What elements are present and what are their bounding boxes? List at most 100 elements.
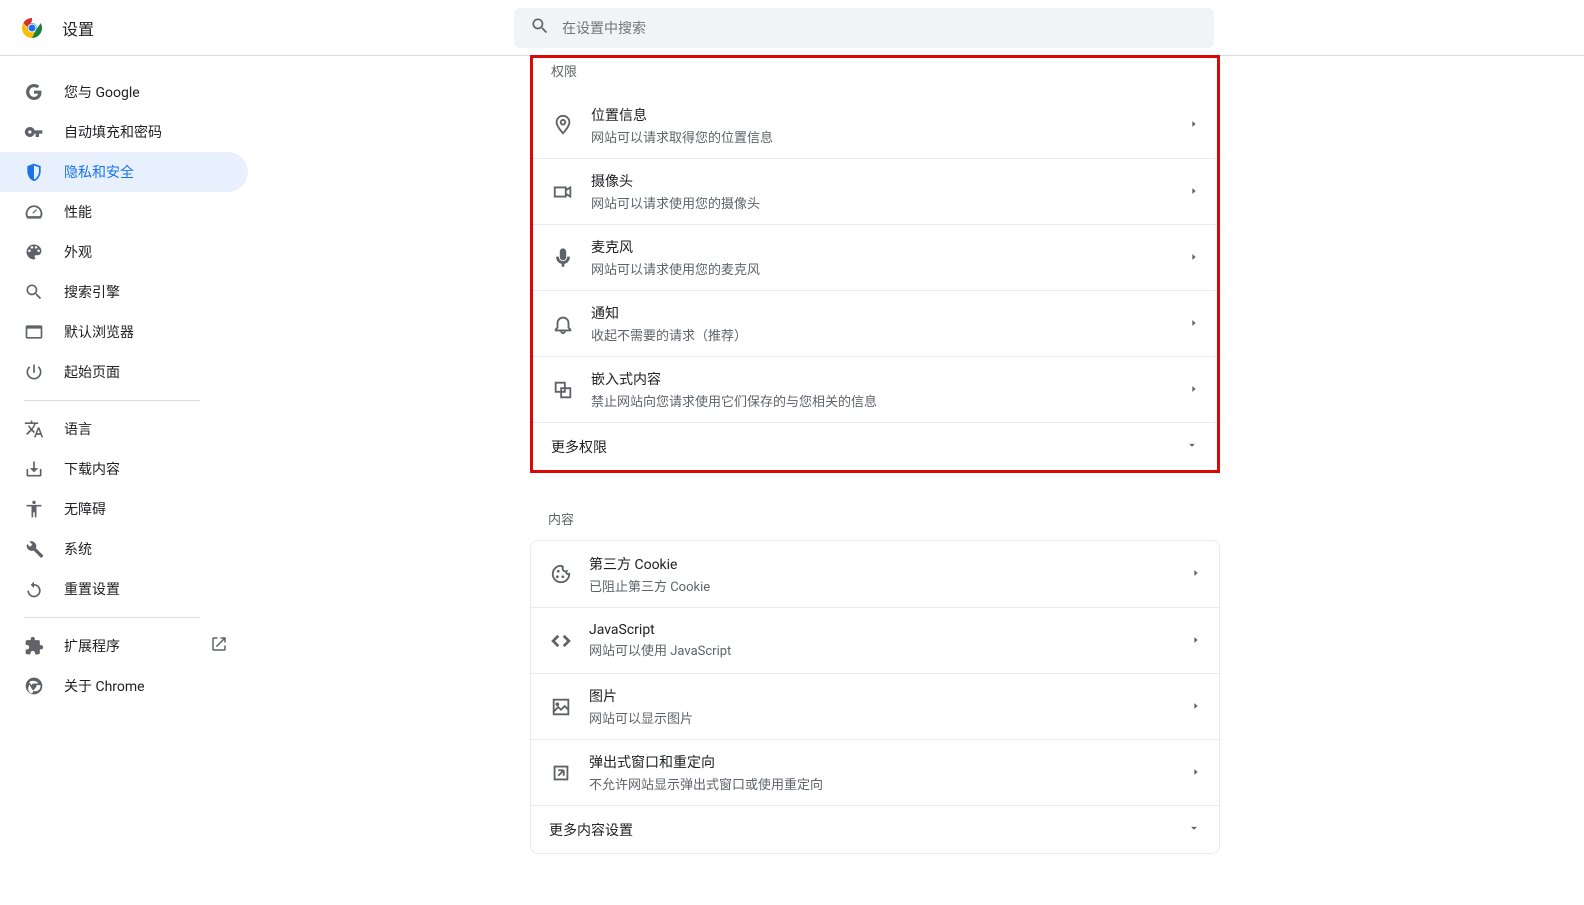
more-permissions-expand[interactable]: 更多权限 bbox=[533, 422, 1217, 470]
row-title: 嵌入式内容 bbox=[591, 369, 1189, 389]
row-subtitle: 网站可以显示图片 bbox=[589, 708, 1191, 727]
sidebar-item-extensions[interactable]: 扩展程序 bbox=[0, 626, 248, 666]
search-icon bbox=[24, 282, 44, 302]
sidebar-item-you-and-google[interactable]: 您与 Google bbox=[0, 72, 248, 112]
more-content-expand[interactable]: 更多内容设置 bbox=[531, 805, 1219, 853]
nav-label: 下载内容 bbox=[64, 459, 120, 479]
setting-embedded-content[interactable]: 嵌入式内容 禁止网站向您请求使用它们保存的与您相关的信息 bbox=[533, 356, 1217, 422]
translate-icon bbox=[24, 419, 44, 439]
setting-camera[interactable]: 摄像头 网站可以请求使用您的摄像头 bbox=[533, 158, 1217, 224]
nav-label: 搜索引擎 bbox=[64, 282, 120, 302]
chrome-logo-icon bbox=[20, 16, 44, 40]
reset-icon bbox=[24, 579, 44, 599]
setting-third-party-cookie[interactable]: 第三方 Cookie 已阻止第三方 Cookie bbox=[531, 541, 1219, 607]
expand-label: 更多权限 bbox=[551, 437, 607, 457]
row-title: 第三方 Cookie bbox=[589, 554, 1191, 574]
sidebar-item-performance[interactable]: 性能 bbox=[0, 192, 248, 232]
search-input[interactable] bbox=[562, 20, 1198, 36]
speedometer-icon bbox=[24, 202, 44, 222]
sidebar-item-system[interactable]: 系统 bbox=[0, 529, 248, 569]
search-box[interactable] bbox=[514, 8, 1214, 48]
chevron-right-icon bbox=[1189, 250, 1199, 266]
chevron-right-icon bbox=[1191, 566, 1201, 582]
nav-label: 默认浏览器 bbox=[64, 322, 134, 342]
image-icon bbox=[549, 695, 573, 719]
nav-label: 自动填充和密码 bbox=[64, 122, 162, 142]
chevron-right-icon bbox=[1191, 699, 1201, 715]
nav-divider bbox=[24, 400, 200, 401]
expand-label: 更多内容设置 bbox=[549, 820, 633, 840]
permissions-header: 权限 bbox=[533, 58, 1217, 92]
sidebar-item-downloads[interactable]: 下载内容 bbox=[0, 449, 248, 489]
chrome-icon bbox=[24, 676, 44, 696]
sidebar-item-default-browser[interactable]: 默认浏览器 bbox=[0, 312, 248, 352]
setting-location[interactable]: 位置信息 网站可以请求取得您的位置信息 bbox=[533, 92, 1217, 158]
chevron-right-icon bbox=[1191, 633, 1201, 649]
nav-label: 关于 Chrome bbox=[64, 676, 145, 696]
sidebar-item-privacy[interactable]: 隐私和安全 bbox=[0, 152, 248, 192]
row-title: 麦克风 bbox=[591, 237, 1189, 257]
setting-popups[interactable]: 弹出式窗口和重定向 不允许网站显示弹出式窗口或使用重定向 bbox=[531, 739, 1219, 805]
nav-label: 无障碍 bbox=[64, 499, 106, 519]
row-subtitle: 网站可以使用 JavaScript bbox=[589, 640, 1191, 659]
chevron-right-icon bbox=[1189, 184, 1199, 200]
row-subtitle: 已阻止第三方 Cookie bbox=[589, 576, 1191, 595]
location-pin-icon bbox=[551, 113, 575, 137]
chevron-right-icon bbox=[1189, 316, 1199, 332]
main-content: 权限 位置信息 网站可以请求取得您的位置信息 摄像头 网站可以请求使用您的摄像头 bbox=[260, 56, 1584, 905]
search-icon bbox=[530, 16, 550, 40]
row-title: 弹出式窗口和重定向 bbox=[589, 752, 1191, 772]
cookie-icon bbox=[549, 562, 573, 586]
chevron-right-icon bbox=[1189, 117, 1199, 133]
row-title: 图片 bbox=[589, 686, 1191, 706]
setting-images[interactable]: 图片 网站可以显示图片 bbox=[531, 673, 1219, 739]
nav-label: 您与 Google bbox=[64, 82, 140, 102]
row-subtitle: 网站可以请求使用您的麦克风 bbox=[591, 259, 1189, 278]
chevron-down-icon bbox=[1187, 821, 1201, 839]
search-section bbox=[514, 8, 1214, 48]
sidebar-item-reset[interactable]: 重置设置 bbox=[0, 569, 248, 609]
row-title: JavaScript bbox=[589, 622, 1191, 638]
chevron-down-icon bbox=[1185, 438, 1199, 456]
sidebar-item-accessibility[interactable]: 无障碍 bbox=[0, 489, 248, 529]
nav-label: 重置设置 bbox=[64, 579, 120, 599]
row-subtitle: 禁止网站向您请求使用它们保存的与您相关的信息 bbox=[591, 391, 1189, 410]
row-title: 通知 bbox=[591, 303, 1189, 323]
sidebar-nav: 您与 Google 自动填充和密码 隐私和安全 性能 外观 搜索引擎 默认浏览器 bbox=[0, 56, 260, 905]
popup-icon bbox=[549, 761, 573, 785]
row-title: 摄像头 bbox=[591, 171, 1189, 191]
browser-icon bbox=[24, 322, 44, 342]
open-external-icon bbox=[210, 635, 228, 657]
row-title: 位置信息 bbox=[591, 105, 1189, 125]
nav-label: 扩展程序 bbox=[64, 636, 120, 656]
setting-javascript[interactable]: JavaScript 网站可以使用 JavaScript bbox=[531, 607, 1219, 673]
wrench-icon bbox=[24, 539, 44, 559]
sidebar-item-search-engine[interactable]: 搜索引擎 bbox=[0, 272, 248, 312]
download-icon bbox=[24, 459, 44, 479]
sidebar-item-about[interactable]: 关于 Chrome bbox=[0, 666, 248, 706]
sidebar-item-appearance[interactable]: 外观 bbox=[0, 232, 248, 272]
permissions-section-highlighted: 权限 位置信息 网站可以请求取得您的位置信息 摄像头 网站可以请求使用您的摄像头 bbox=[530, 55, 1220, 473]
setting-microphone[interactable]: 麦克风 网站可以请求使用您的麦克风 bbox=[533, 224, 1217, 290]
nav-label: 性能 bbox=[64, 202, 92, 222]
setting-notifications[interactable]: 通知 收起不需要的请求（推荐） bbox=[533, 290, 1217, 356]
nav-label: 隐私和安全 bbox=[64, 162, 134, 182]
code-icon bbox=[549, 629, 573, 653]
sidebar-item-autofill[interactable]: 自动填充和密码 bbox=[0, 112, 248, 152]
nav-label: 系统 bbox=[64, 539, 92, 559]
sidebar-item-startup[interactable]: 起始页面 bbox=[0, 352, 248, 392]
accessibility-icon bbox=[24, 499, 44, 519]
nav-label: 语言 bbox=[64, 419, 92, 439]
extension-icon bbox=[24, 636, 44, 656]
sidebar-item-languages[interactable]: 语言 bbox=[0, 409, 248, 449]
chevron-right-icon bbox=[1189, 382, 1199, 398]
app-header: 设置 bbox=[0, 0, 1584, 56]
camera-icon bbox=[551, 180, 575, 204]
power-icon bbox=[24, 362, 44, 382]
palette-icon bbox=[24, 242, 44, 262]
row-subtitle: 网站可以请求取得您的位置信息 bbox=[591, 127, 1189, 146]
row-subtitle: 收起不需要的请求（推荐） bbox=[591, 325, 1189, 344]
key-icon bbox=[24, 122, 44, 142]
microphone-icon bbox=[551, 246, 575, 270]
google-g-icon bbox=[24, 82, 44, 102]
